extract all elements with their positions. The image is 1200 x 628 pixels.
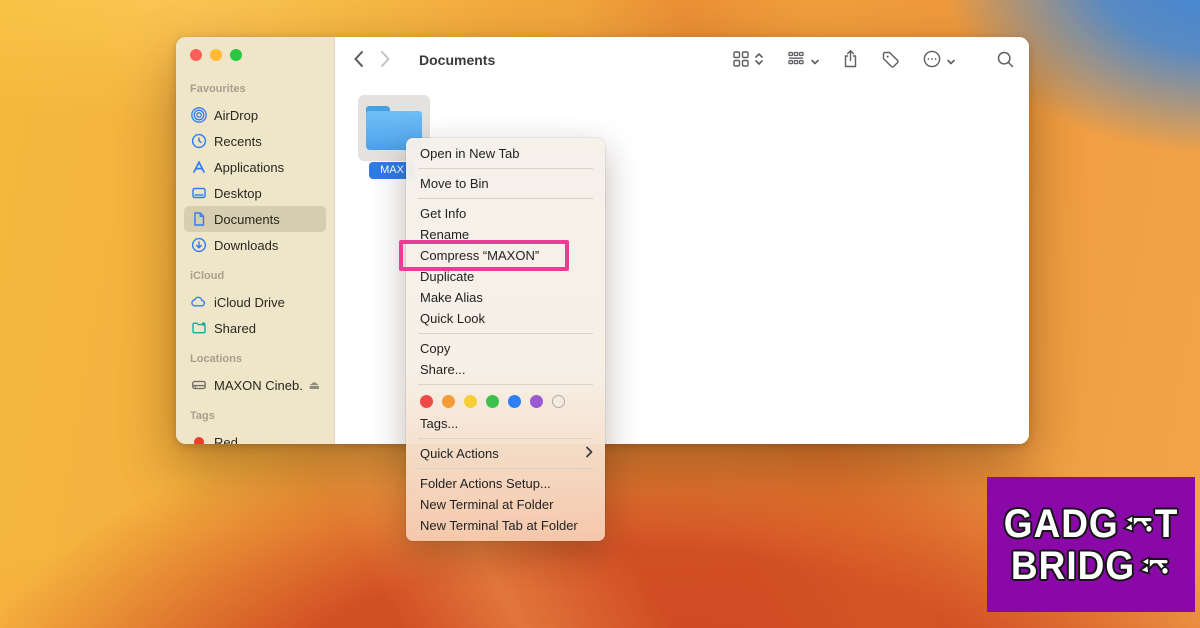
eject-icon[interactable]: ⏏ xyxy=(309,378,320,392)
tag-red-dot[interactable] xyxy=(420,395,433,408)
menu-divider xyxy=(418,198,593,199)
document-icon xyxy=(190,211,207,228)
menu-item-tags[interactable]: Tags... xyxy=(406,413,605,434)
screenshot-stage: Favourites AirDrop Recents xyxy=(0,0,1200,628)
menu-item-copy[interactable]: Copy xyxy=(406,338,605,359)
sidebar-item-desktop[interactable]: Desktop xyxy=(184,180,326,206)
menu-item-get-info[interactable]: Get Info xyxy=(406,203,605,224)
sidebar-item-label: Red xyxy=(214,435,238,445)
sidebar-item-label: AirDrop xyxy=(214,108,258,123)
tag-purple-dot[interactable] xyxy=(530,395,543,408)
sidebar-item-applications[interactable]: Applications xyxy=(184,154,326,180)
tag-blue-dot[interactable] xyxy=(508,395,521,408)
traffic-lights xyxy=(190,49,242,61)
menu-item-folder-actions-setup[interactable]: Folder Actions Setup... xyxy=(406,473,605,494)
tag-yellow-dot[interactable] xyxy=(464,395,477,408)
chevron-right-icon xyxy=(585,443,593,464)
search-button[interactable] xyxy=(996,50,1015,74)
menu-item-duplicate[interactable]: Duplicate xyxy=(406,266,605,287)
menu-item-quick-look[interactable]: Quick Look xyxy=(406,308,605,329)
tag-icon xyxy=(881,50,900,74)
view-mode-control[interactable] xyxy=(732,50,764,73)
cloud-icon xyxy=(190,294,207,311)
forward-button[interactable] xyxy=(380,50,391,73)
red-tag-dot xyxy=(190,434,207,445)
sidebar-item-label: iCloud Drive xyxy=(214,295,285,310)
sidebar-section-locations: Locations xyxy=(184,353,326,366)
usb-icon xyxy=(1120,506,1154,541)
tag-color-row xyxy=(406,389,605,413)
sidebar-item-shared[interactable]: Shared xyxy=(184,315,326,341)
sidebar-item-documents[interactable]: Documents xyxy=(184,206,326,232)
menu-item-rename[interactable]: Rename xyxy=(406,224,605,245)
sidebar-section-tags: Tags xyxy=(184,410,326,423)
gadget-bridge-logo: GADG T BRIDG xyxy=(987,477,1195,612)
tag-orange-dot[interactable] xyxy=(442,395,455,408)
menu-divider xyxy=(418,384,593,385)
sidebar-item-label: Recents xyxy=(214,134,262,149)
menu-item-make-alias[interactable]: Make Alias xyxy=(406,287,605,308)
sidebar-item-label: Desktop xyxy=(214,186,262,201)
finder-sidebar: Favourites AirDrop Recents xyxy=(176,37,335,444)
sidebar-item-label: Documents xyxy=(214,212,280,227)
sidebar-item-icloud-drive[interactable]: iCloud Drive xyxy=(184,289,326,315)
minimize-window-button[interactable] xyxy=(210,49,222,61)
clock-icon xyxy=(190,133,207,150)
menu-item-new-terminal-tab-at-folder[interactable]: New Terminal Tab at Folder xyxy=(406,515,605,536)
zoom-window-button[interactable] xyxy=(230,49,242,61)
sidebar-item-label: MAXON Cineb... xyxy=(214,378,302,393)
sidebar-item-airdrop[interactable]: AirDrop xyxy=(184,102,326,128)
search-icon xyxy=(996,50,1015,74)
more-ellipsis-icon xyxy=(922,49,942,74)
menu-divider xyxy=(418,468,593,469)
sidebar-item-label: Shared xyxy=(214,321,256,336)
close-window-button[interactable] xyxy=(190,49,202,61)
tags-button[interactable] xyxy=(881,50,900,74)
share-icon xyxy=(842,49,859,74)
share-button[interactable] xyxy=(842,49,859,74)
menu-item-compress-maxon[interactable]: Compress “MAXON” xyxy=(406,245,605,266)
chevron-down-icon xyxy=(810,53,820,71)
menu-divider xyxy=(418,438,593,439)
tag-green-dot[interactable] xyxy=(486,395,499,408)
external-disk-icon xyxy=(190,377,207,394)
context-menu: Open in New Tab Move to Bin Get Info Ren… xyxy=(406,138,605,541)
sidebar-item-downloads[interactable]: Downloads xyxy=(184,232,326,258)
tag-none-dot[interactable] xyxy=(552,395,565,408)
logo-line-2: BRIDG xyxy=(1011,544,1171,587)
menu-item-quick-actions[interactable]: Quick Actions xyxy=(406,443,605,464)
back-button[interactable] xyxy=(353,50,364,73)
group-by-control[interactable] xyxy=(786,50,820,73)
view-chevrons-icon xyxy=(754,51,764,72)
airdrop-icon xyxy=(190,107,207,124)
applications-icon xyxy=(190,159,207,176)
finder-toolbar: Documents xyxy=(335,37,1029,85)
download-icon xyxy=(190,237,207,254)
window-title: Documents xyxy=(419,52,495,68)
sidebar-item-tag-red[interactable]: Red xyxy=(184,429,326,444)
menu-item-move-to-bin[interactable]: Move to Bin xyxy=(406,173,605,194)
desktop-icon xyxy=(190,185,207,202)
sidebar-item-maxon-disk[interactable]: MAXON Cineb... ⏏ xyxy=(184,372,326,398)
group-by-icon xyxy=(786,50,806,73)
icon-view-grid-icon xyxy=(732,50,750,73)
menu-item-open-in-new-tab[interactable]: Open in New Tab xyxy=(406,143,605,164)
logo-line-1: GADG T xyxy=(1004,502,1179,545)
usb-icon xyxy=(1136,548,1170,583)
sidebar-item-label: Downloads xyxy=(214,238,278,253)
menu-item-share[interactable]: Share... xyxy=(406,359,605,380)
sidebar-section-favourites: Favourites xyxy=(184,83,326,96)
shared-folder-icon xyxy=(190,320,207,337)
chevron-down-icon xyxy=(946,53,956,71)
sidebar-item-recents[interactable]: Recents xyxy=(184,128,326,154)
menu-divider xyxy=(418,333,593,334)
more-actions-control[interactable] xyxy=(922,49,956,74)
menu-divider xyxy=(418,168,593,169)
menu-item-new-terminal-at-folder[interactable]: New Terminal at Folder xyxy=(406,494,605,515)
sidebar-section-icloud: iCloud xyxy=(184,270,326,283)
sidebar-item-label: Applications xyxy=(214,160,284,175)
